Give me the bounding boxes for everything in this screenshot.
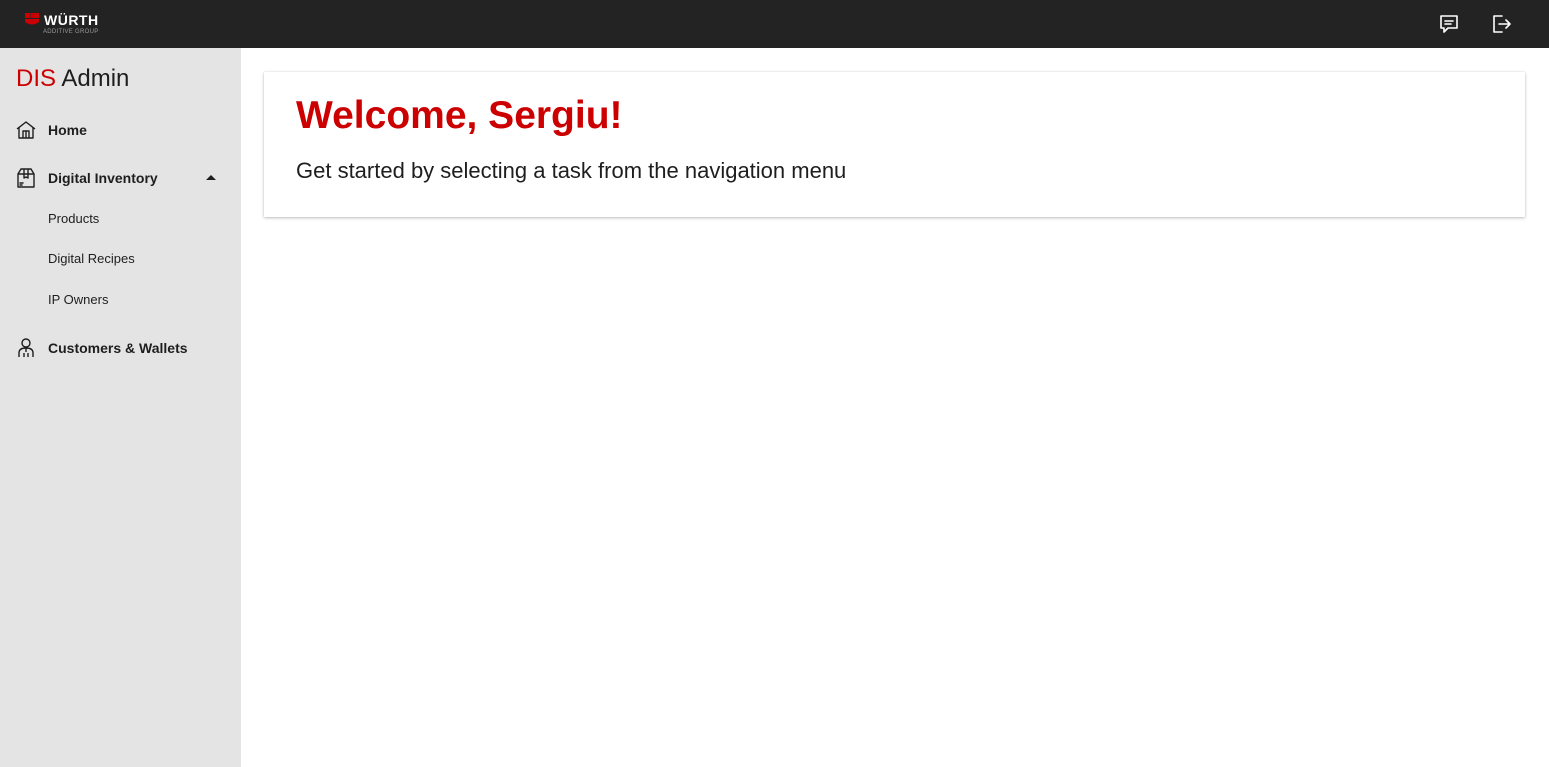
sidebar-item-label: Home: [48, 122, 87, 138]
sidebar-subitem-label: Digital Recipes: [48, 251, 135, 266]
logo-subtitle: ADDITIVE GROUP: [43, 29, 99, 35]
sidebar-subitem-products[interactable]: Products: [0, 201, 241, 237]
logo-wordmark: WÜRTH: [44, 12, 99, 28]
wurth-logo-mark-icon: [25, 13, 39, 25]
collapse-caret-up-icon[interactable]: [206, 175, 216, 180]
app-title-rest: Admin: [61, 65, 130, 92]
welcome-subtitle: Get started by selecting a task from the…: [296, 158, 847, 183]
inventory-box-icon: [17, 168, 35, 188]
sidebar-subitem-label: IP Owners: [48, 292, 109, 307]
logout-icon: [1493, 15, 1511, 33]
sidebar-item-label: Customers & Wallets: [48, 340, 188, 356]
top-bar: WÜRTH ADDITIVE GROUP: [0, 0, 1549, 48]
sidebar-item-home[interactable]: Home: [0, 110, 241, 150]
sidebar-item-customers-wallets[interactable]: Customers & Wallets: [0, 328, 241, 368]
sidebar-subitem-ip-owners[interactable]: IP Owners: [0, 282, 241, 318]
sidebar: DIS Admin Home Digital Inventory Product…: [0, 48, 241, 767]
app-title-accent: DIS: [16, 65, 57, 92]
welcome-title: Welcome, Sergiu!: [296, 94, 623, 137]
logout-button[interactable]: [1489, 12, 1513, 36]
home-icon: [16, 121, 36, 139]
sidebar-subitem-label: Products: [48, 211, 100, 226]
person-icon: [18, 338, 34, 357]
app-title: DIS Admin: [16, 65, 129, 93]
welcome-card: Welcome, Sergiu! Get started by selectin…: [264, 72, 1525, 217]
sidebar-item-label: Digital Inventory: [48, 170, 158, 186]
sidebar-subitem-digital-recipes[interactable]: Digital Recipes: [0, 241, 241, 277]
feedback-button[interactable]: [1437, 12, 1461, 36]
feedback-icon: [1440, 15, 1458, 33]
sidebar-item-digital-inventory[interactable]: Digital Inventory: [0, 158, 241, 198]
